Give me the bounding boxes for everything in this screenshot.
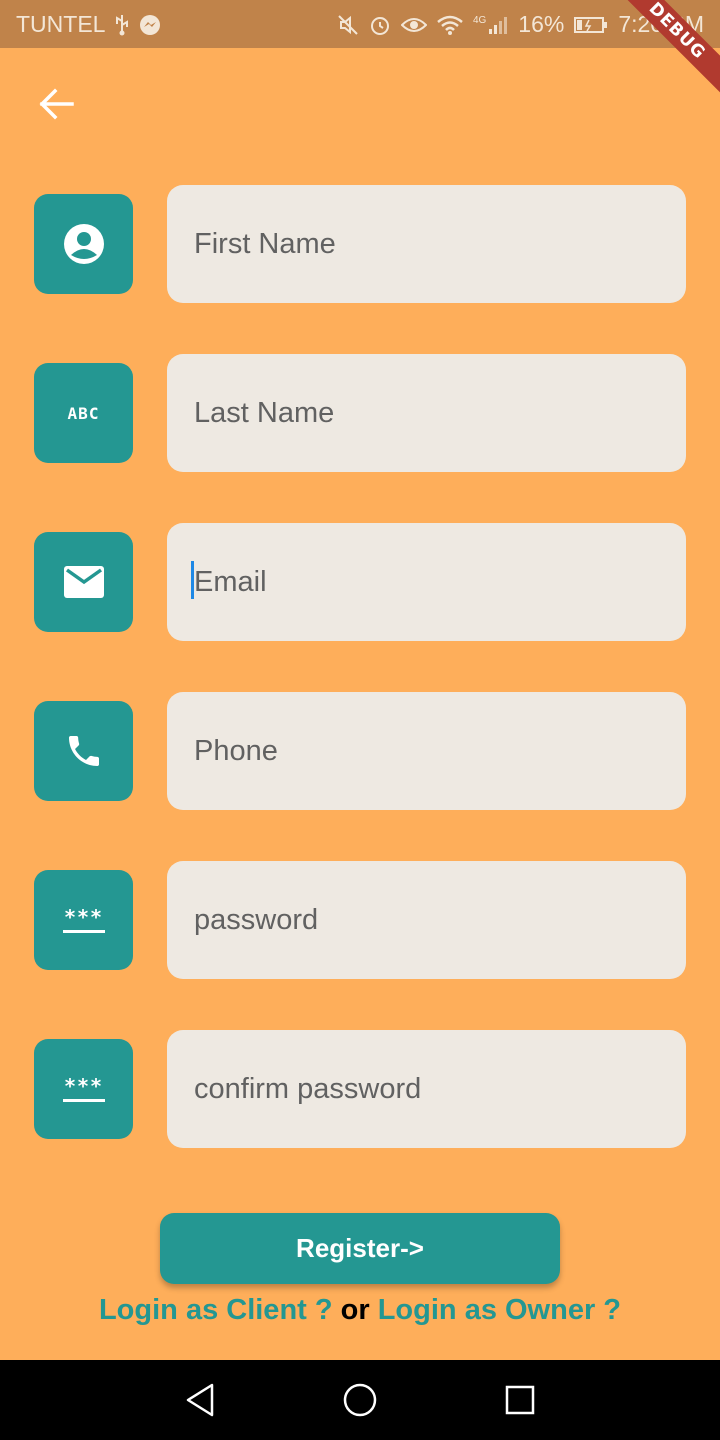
wifi-icon	[437, 15, 463, 35]
password-input[interactable]	[192, 902, 686, 938]
text-cursor	[191, 561, 194, 599]
status-left: TUNTEL	[16, 11, 161, 38]
last-name-row: ABC	[34, 354, 686, 472]
battery-icon	[574, 16, 608, 34]
status-bar: TUNTEL 4G 16% 7:20 PM DEBUG	[0, 0, 720, 101]
first-name-input[interactable]	[192, 226, 686, 262]
circle-home-icon	[343, 1383, 377, 1417]
or-separator: or	[332, 1294, 378, 1326]
confirm-password-icon-text: ***	[63, 1073, 104, 1098]
navigation-bar	[0, 1360, 720, 1440]
abc-icon-text: ABC	[67, 403, 100, 423]
register-screen: ABC ***	[0, 48, 720, 1360]
eye-icon	[400, 15, 427, 35]
password-row: ***	[34, 861, 686, 979]
mail-icon	[34, 532, 133, 632]
phone-row	[34, 692, 686, 810]
password-field[interactable]	[167, 861, 686, 979]
password-icon: ***	[34, 1039, 133, 1139]
last-name-field[interactable]	[167, 354, 686, 472]
login-owner-link[interactable]: Login as Owner ?	[378, 1294, 621, 1326]
confirm-password-field[interactable]	[167, 1030, 686, 1148]
email-input[interactable]	[192, 564, 686, 600]
nav-home-button[interactable]	[340, 1380, 380, 1420]
phone-icon	[34, 701, 133, 801]
first-name-row	[34, 185, 686, 303]
arrow-back-icon	[39, 88, 74, 120]
password-icon-text: ***	[63, 904, 104, 929]
network-type: 4G	[472, 14, 487, 26]
triangle-back-icon	[186, 1383, 214, 1417]
square-recents-icon	[505, 1385, 535, 1415]
confirm-password-row: ***	[34, 1030, 686, 1148]
back-button[interactable]	[36, 86, 76, 122]
signal-icon: 4G	[473, 15, 508, 35]
abc-icon: ABC	[34, 363, 133, 463]
login-links: Login as Client ? or Login as Owner ?	[0, 1294, 720, 1327]
battery-percent: 16%	[518, 11, 565, 37]
phone-field[interactable]	[167, 692, 686, 810]
nav-recents-button[interactable]	[500, 1380, 540, 1420]
nav-back-button[interactable]	[180, 1380, 220, 1420]
last-name-input[interactable]	[192, 395, 686, 431]
first-name-field[interactable]	[167, 185, 686, 303]
confirm-password-input[interactable]	[192, 1071, 686, 1107]
carrier-name: TUNTEL	[16, 11, 106, 37]
mute-icon	[337, 14, 359, 36]
alarm-icon	[369, 14, 391, 36]
email-field[interactable]	[167, 523, 686, 641]
register-button[interactable]: Register->	[160, 1213, 560, 1284]
usb-icon	[113, 14, 131, 36]
password-icon: ***	[34, 870, 133, 970]
account-circle-icon	[34, 194, 133, 294]
messenger-icon	[139, 14, 161, 36]
login-client-link[interactable]: Login as Client ?	[99, 1294, 333, 1326]
phone-input[interactable]	[192, 733, 686, 769]
email-row	[34, 523, 686, 641]
